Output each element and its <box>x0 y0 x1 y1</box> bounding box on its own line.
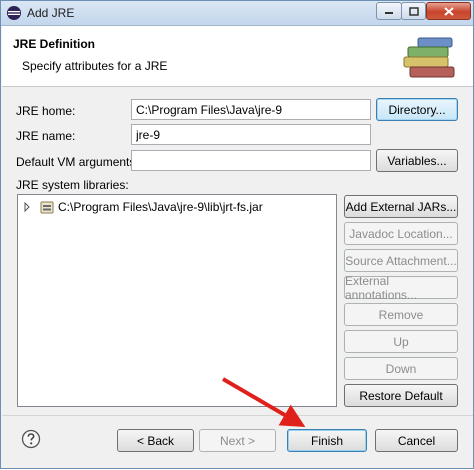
footer-separator <box>2 415 473 416</box>
external-annotations-button[interactable]: External annotations... <box>344 274 458 302</box>
help-icon[interactable] <box>21 429 41 449</box>
jre-name-label: JRE name: <box>16 129 76 143</box>
close-button[interactable] <box>426 2 471 20</box>
source-attachment-button[interactable]: Source Attachment... <box>344 249 458 272</box>
library-books-icon <box>403 37 455 78</box>
javadoc-location-button[interactable]: Javadoc Location... <box>344 222 458 245</box>
title-bar[interactable]: Add JRE <box>1 1 473 26</box>
maximize-button[interactable] <box>401 2 426 20</box>
down-button[interactable]: Down <box>344 357 458 380</box>
tree-item[interactable]: C:\Program Files\Java\jre-9\lib\jrt-fs.j… <box>22 199 263 215</box>
system-libraries-label: JRE system libraries: <box>16 178 129 192</box>
add-external-jars-button[interactable]: Add External JARs... <box>344 195 458 218</box>
up-button[interactable]: Up <box>344 330 458 353</box>
minimize-button[interactable] <box>376 2 402 20</box>
jre-name-input[interactable] <box>131 124 371 145</box>
dialog-header: JRE Definition Specify attributes for a … <box>2 26 473 87</box>
add-jre-dialog: Add JRE JRE Definition Specify attribute… <box>0 0 474 469</box>
restore-default-button[interactable]: Restore Default <box>344 384 458 407</box>
eclipse-icon <box>7 6 21 20</box>
cancel-button[interactable]: Cancel <box>375 429 458 452</box>
vm-args-label: Default VM arguments: <box>16 155 139 169</box>
back-button[interactable]: < Back <box>117 429 194 452</box>
header-title: JRE Definition <box>13 37 96 51</box>
minimize-icon <box>385 12 393 14</box>
next-button[interactable]: Next > <box>199 429 276 452</box>
remove-button[interactable]: Remove <box>344 303 458 326</box>
maximize-icon <box>408 6 419 16</box>
finish-button[interactable]: Finish <box>287 429 367 452</box>
variables-button[interactable]: Variables... <box>376 149 458 172</box>
jre-home-input[interactable] <box>131 99 371 120</box>
directory-button[interactable]: Directory... <box>376 98 458 121</box>
jre-home-label: JRE home: <box>16 104 76 118</box>
jar-icon <box>40 201 54 214</box>
window-title: Add JRE <box>27 6 75 20</box>
header-subtitle: Specify attributes for a JRE <box>22 59 168 73</box>
close-icon <box>443 6 454 16</box>
libraries-tree[interactable]: C:\Program Files\Java\jre-9\lib\jrt-fs.j… <box>17 194 337 407</box>
library-path: C:\Program Files\Java\jre-9\lib\jrt-fs.j… <box>58 200 263 214</box>
vm-args-input[interactable] <box>131 150 371 171</box>
expand-arrow-icon[interactable] <box>22 202 32 212</box>
